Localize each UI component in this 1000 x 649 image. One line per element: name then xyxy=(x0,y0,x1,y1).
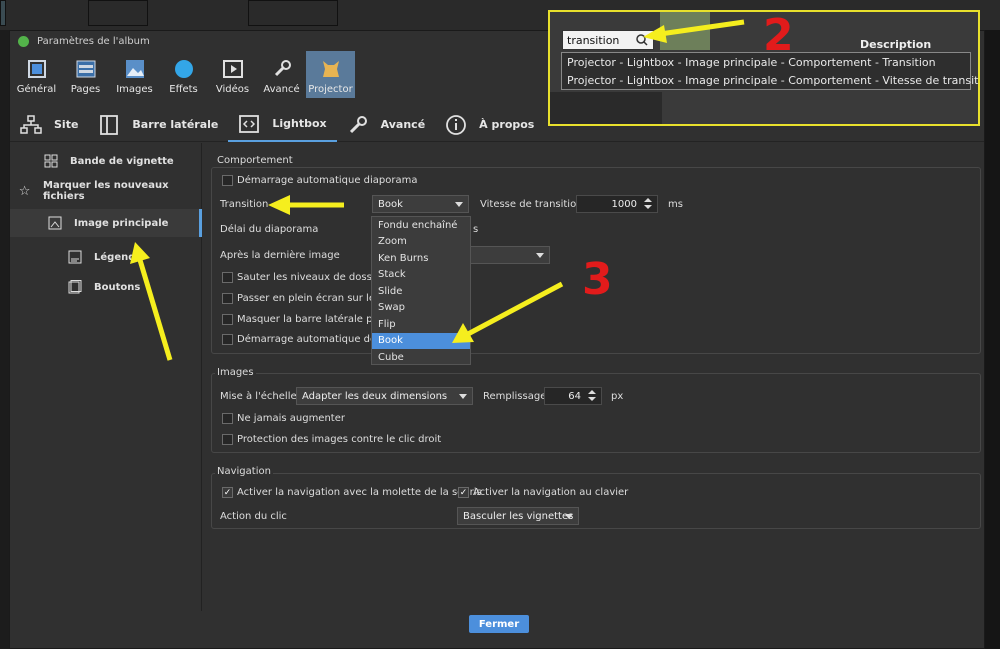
arrow-to-transition-label-icon xyxy=(268,195,344,215)
annotation-arrows xyxy=(130,19,745,361)
arrow-to-search-icon xyxy=(643,19,745,43)
arrow-to-book-option-icon xyxy=(452,281,564,343)
arrow-to-main-image-icon xyxy=(130,242,173,361)
